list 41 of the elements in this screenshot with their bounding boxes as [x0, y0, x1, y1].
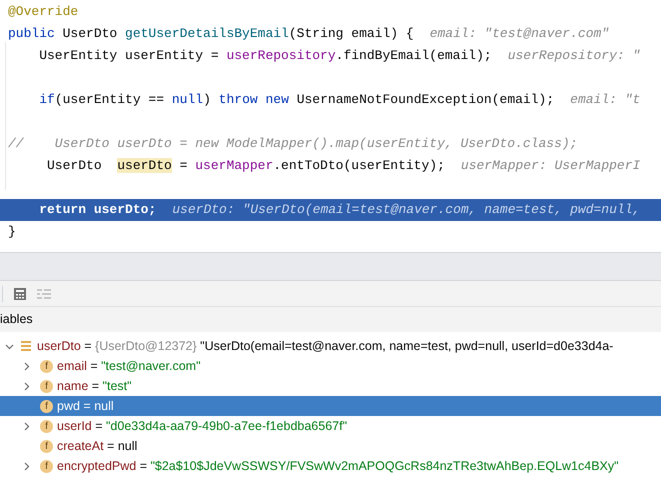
variable-text: userDto = {UserDto@12372} "UserDto(email=test@naver.com, name=test, pwd=null, userId=d0e33d4a- [37, 338, 614, 355]
variable-text: name = "test" [57, 378, 132, 395]
code-line: return userDto; [38, 201, 156, 220]
variable-text: createAt = null [57, 438, 138, 455]
variable-row[interactable]: f email = "test@naver.com" [0, 356, 661, 376]
field-icon: f [40, 400, 53, 412]
variable-row[interactable]: f createAt = null [0, 436, 661, 456]
variable-text: pwd = null [57, 398, 114, 415]
inline-hint: email: "test@naver.com" [430, 25, 610, 44]
variables-tab[interactable]: iables [0, 310, 33, 329]
variable-text: email = "test@naver.com" [57, 358, 201, 375]
code-line: public UserDto getUserDetailsByEmail(String email) { [8, 25, 414, 44]
chevron-right-icon[interactable] [22, 422, 31, 430]
inline-hint: userRepository: " [508, 47, 640, 66]
variable-row[interactable]: f encryptedPwd = "$2a$10$JdeVwSSWSY/FVSwWv2mAPOQGcRs84nzTRe3twAhBep.EQLw1c4BXy" [0, 456, 661, 476]
variable-icon [21, 341, 31, 351]
chevron-right-icon[interactable] [22, 462, 31, 470]
code-line: } [8, 223, 16, 242]
code-line: // UserDto userDto = new ModelMapper().map(userEntity, UserDto.class); [8, 135, 578, 154]
variable-row[interactable]: userDto = {UserDto@12372} "UserDto(email=test@naver.com, name=test, pwd=null, userId=d0e33d4a- [0, 336, 661, 356]
variable-row[interactable]: f userId = "d0e33d4a-aa79-49b0-a7ee-f1ebdba6567f" [0, 416, 661, 436]
chevron-right-icon[interactable] [22, 382, 31, 390]
inline-hint: email: "t [570, 91, 640, 110]
inline-hint: userMapper: UserMapperI [460, 157, 640, 176]
chevron-down-icon[interactable] [5, 342, 14, 350]
chevron-right-icon[interactable] [22, 362, 31, 370]
code-line: if(userEntity == null) throw new UsernameNotFoundException(email); [38, 91, 554, 110]
field-icon: f [40, 460, 53, 472]
field-icon: f [40, 420, 53, 432]
code-line: UserDto userDto = userMapper.entToDto(userEntity); [46, 157, 445, 176]
field-icon: f [40, 440, 53, 452]
code-line: UserEntity userEntity = userRepository.findByEmail(email); [38, 47, 492, 66]
variable-row[interactable]: f pwd = null [0, 396, 661, 416]
calculator-icon[interactable] [13, 286, 27, 300]
field-icon: f [40, 360, 53, 372]
variable-text: userId = "d0e33d4a-aa79-49b0-a7ee-f1ebdba6567f" [57, 418, 348, 435]
inline-hint: userDto: "UserDto(email=test@naver.com, name=test, pwd=null, [172, 201, 640, 220]
code-line: @Override [8, 3, 78, 22]
variable-text: encryptedPwd = "$2a$10$JdeVwSSWSY/FVSwWv2mAPOQGcRs84nzTRe3twAhBep.EQLw1c4BXy" [57, 458, 619, 475]
field-icon: f [40, 380, 53, 392]
variable-row[interactable]: f name = "test" [0, 376, 661, 396]
